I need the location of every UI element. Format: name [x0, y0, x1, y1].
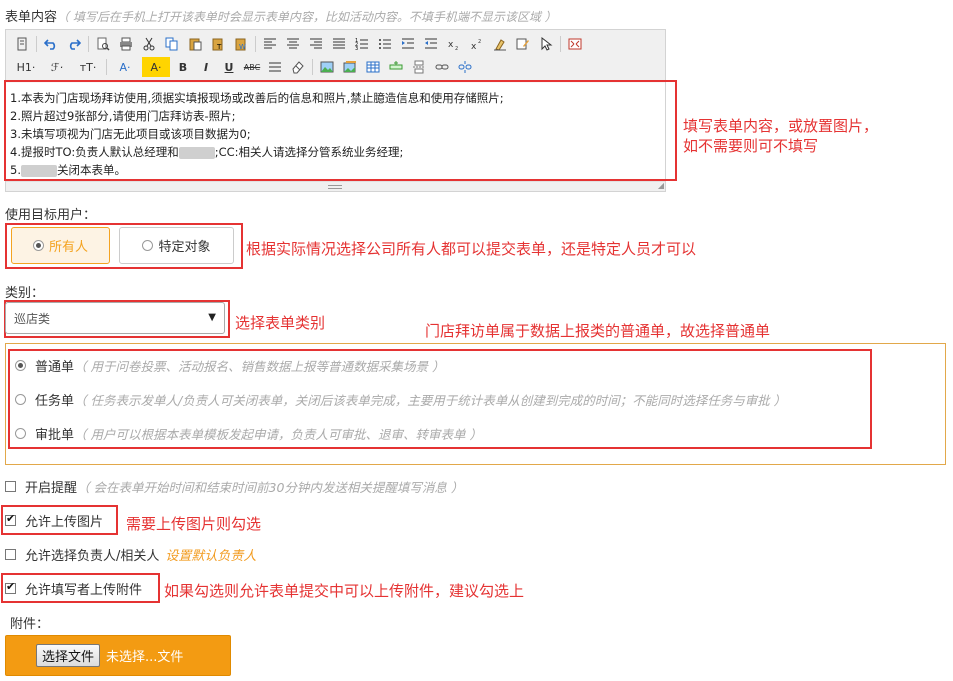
copy-icon[interactable]: [162, 34, 182, 54]
option-upload-attachment[interactable]: 允许填写者上传附件: [5, 579, 142, 598]
editor-resize-handle[interactable]: ◢: [6, 181, 665, 191]
align-justify-icon[interactable]: [329, 34, 349, 54]
toolbar-divider: [312, 59, 313, 75]
superscript-icon[interactable]: x2: [467, 34, 487, 54]
heading-dropdown[interactable]: H1·: [12, 57, 40, 77]
toolbar-divider: [255, 36, 256, 52]
page-break-icon[interactable]: [409, 57, 429, 77]
option-choose-owner[interactable]: 允许选择负责人/相关人 设置默认负责人: [5, 545, 256, 564]
category-label: 类别：: [5, 286, 45, 301]
align-right-icon[interactable]: [306, 34, 326, 54]
underline-button[interactable]: U: [219, 57, 239, 77]
annotation-upload-image: 需要上传图片则勾选: [126, 515, 262, 533]
eraser-icon[interactable]: [288, 57, 308, 77]
indent-icon[interactable]: [398, 34, 418, 54]
cut-icon[interactable]: [139, 34, 159, 54]
annotation-type: 门店拜访单属于数据上报类的普通单，故选择普通单: [425, 322, 771, 340]
insert-multi-image-icon[interactable]: [340, 57, 360, 77]
print-icon[interactable]: [116, 34, 136, 54]
radio-icon: [142, 240, 154, 251]
insert-row-icon[interactable]: [386, 57, 406, 77]
target-option-specific[interactable]: 特定对象: [119, 227, 234, 264]
paste-word-icon[interactable]: W: [231, 34, 251, 54]
font-family-dropdown[interactable]: ℱ·: [43, 57, 71, 77]
set-default-owner-link[interactable]: 设置默认负责人: [165, 545, 256, 564]
subscript-icon[interactable]: x2: [444, 34, 464, 54]
svg-text:x: x: [471, 42, 477, 51]
fullscreen-icon[interactable]: [565, 34, 585, 54]
format-painter-icon[interactable]: [513, 34, 533, 54]
toolbar-divider: [560, 36, 561, 52]
font-color-dropdown[interactable]: A·: [111, 57, 139, 77]
checkbox-icon: [5, 549, 16, 560]
category-select[interactable]: 巡店类 ▼: [5, 302, 225, 334]
font-size-dropdown[interactable]: тT·: [74, 57, 102, 77]
link-icon[interactable]: [432, 57, 452, 77]
toolbar-row-1: T W 123 x2 x2: [12, 33, 588, 55]
strikethrough-button[interactable]: ABC: [242, 57, 262, 77]
annotation-content: 填写表单内容，或放置图片，: [683, 117, 879, 135]
select-all-icon[interactable]: [536, 34, 556, 54]
svg-text:W: W: [239, 43, 246, 51]
redo-icon[interactable]: [64, 34, 84, 54]
svg-text:2: 2: [455, 46, 458, 51]
file-status: 未选择...文件: [106, 650, 184, 665]
bullet-list-icon[interactable]: [375, 34, 395, 54]
clear-format-icon[interactable]: [490, 34, 510, 54]
paste-icon[interactable]: [185, 34, 205, 54]
highlight-color-dropdown[interactable]: A·: [142, 57, 170, 77]
radio-icon: [32, 240, 44, 251]
editor-toolbar: T W 123 x2 x2 H1· ℱ· тT· A· A· B I U ABC: [6, 30, 665, 82]
line-height-icon[interactable]: [265, 57, 285, 77]
italic-button[interactable]: I: [196, 57, 216, 77]
target-users-label: 使用目标用户：: [5, 208, 97, 223]
source-icon[interactable]: [12, 34, 32, 54]
insert-table-icon[interactable]: [363, 57, 383, 77]
option-upload-image[interactable]: 允许上传图片: [5, 511, 103, 530]
target-option-all[interactable]: 所有人: [11, 227, 110, 264]
toolbar-divider: [88, 36, 89, 52]
svg-text:T: T: [216, 43, 222, 51]
unlink-icon[interactable]: [455, 57, 475, 77]
outdent-icon[interactable]: [421, 34, 441, 54]
form-content-hint: （ 填写后在手机上打开该表单时会显示表单内容，比如活动内容。不填手机端不显示该区…: [57, 10, 557, 24]
svg-text:2: 2: [478, 39, 481, 45]
annotation-category: 选择表单类别: [235, 314, 326, 332]
paste-text-icon[interactable]: T: [208, 34, 228, 54]
content-highlight-box: [4, 80, 677, 181]
annotation-content-2: 如不需要则可不填写: [683, 137, 819, 155]
resize-corner-icon: ◢: [657, 181, 664, 190]
annotation-upload-attachment: 如果勾选则允许表单提交中可以上传附件，建议勾选上: [164, 582, 525, 600]
checkbox-icon: [5, 512, 16, 526]
resize-grip-icon: [328, 185, 342, 189]
type-highlight-box: [8, 349, 872, 449]
checkbox-icon: [5, 580, 16, 594]
svg-text:3: 3: [355, 46, 358, 51]
choose-file-button[interactable]: 选择文件: [36, 644, 101, 667]
svg-text:x: x: [448, 40, 454, 50]
annotation-target: 根据实际情况选择公司所有人都可以提交表单，还是特定人员才可以: [246, 240, 697, 258]
dropdown-arrow-icon: ▼: [208, 312, 216, 323]
toolbar-row-2: H1· ℱ· тT· A· A· B I U ABC: [12, 56, 478, 78]
checkbox-icon: [5, 481, 16, 492]
ordered-list-icon[interactable]: 123: [352, 34, 372, 54]
toolbar-divider: [106, 59, 107, 75]
attachment-label: 附件：: [10, 617, 50, 632]
align-center-icon[interactable]: [283, 34, 303, 54]
attachment-upload: 选择文件 未选择...文件: [5, 635, 231, 676]
bold-button[interactable]: B: [173, 57, 193, 77]
form-content-label: 表单内容: [5, 10, 58, 25]
align-left-icon[interactable]: [260, 34, 280, 54]
form-content-header: 表单内容（ 填写后在手机上打开该表单时会显示表单内容，比如活动内容。不填手机端不…: [5, 6, 557, 25]
undo-icon[interactable]: [41, 34, 61, 54]
preview-icon[interactable]: [93, 34, 113, 54]
insert-image-icon[interactable]: [317, 57, 337, 77]
option-reminder[interactable]: 开启提醒（ 会在表单开始时间和结束时间前30分钟内发送相关提醒填写消息 ）: [5, 477, 463, 496]
toolbar-divider: [36, 36, 37, 52]
